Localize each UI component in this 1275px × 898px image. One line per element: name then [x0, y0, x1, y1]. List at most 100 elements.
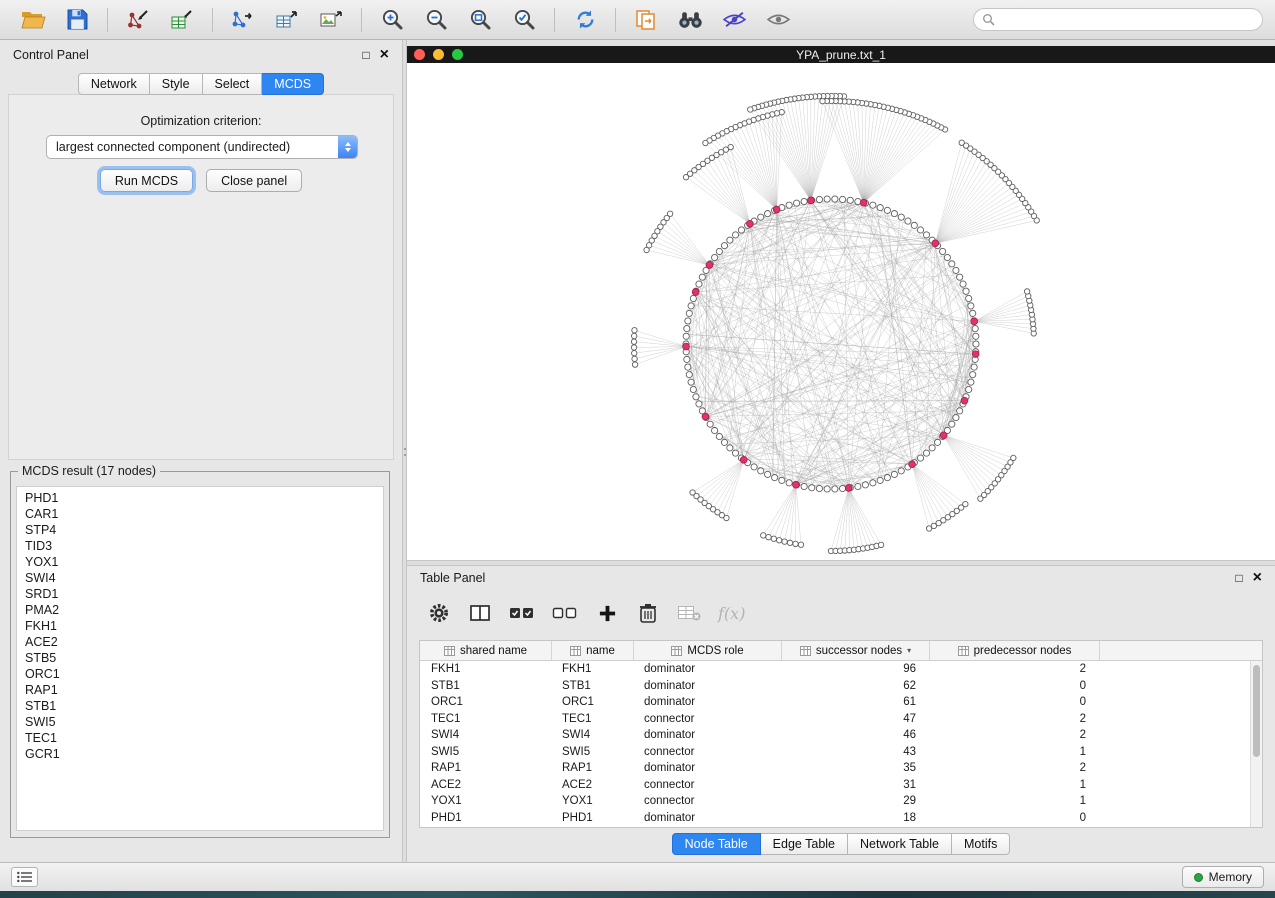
mcds-result-item[interactable]: YOX1 — [17, 554, 383, 570]
create-column-button[interactable] — [595, 599, 619, 627]
zoom-in-button[interactable] — [371, 3, 413, 37]
tab-mcds[interactable]: MCDS — [262, 73, 324, 95]
delete-column-button[interactable] — [636, 599, 660, 627]
mcds-result-list[interactable]: PHD1CAR1STP4TID3YOX1SWI4SRD1PMA2FKH1ACE2… — [16, 486, 384, 831]
export-table-button[interactable] — [266, 3, 308, 37]
column-header-shared-name[interactable]: shared name — [420, 641, 552, 660]
network-canvas[interactable] — [407, 63, 1275, 560]
tab-style[interactable]: Style — [150, 73, 203, 95]
mcds-result-item[interactable]: PMA2 — [17, 602, 383, 618]
select-all-columns-button[interactable] — [509, 599, 535, 627]
mcds-result-item[interactable]: RAP1 — [17, 682, 383, 698]
hide-selected-button[interactable] — [713, 3, 755, 37]
memory-button[interactable]: Memory — [1182, 866, 1264, 888]
window-maximize-icon[interactable] — [452, 49, 463, 60]
mcds-result-item[interactable]: SWI5 — [17, 714, 383, 730]
table-row[interactable]: ORC1ORC1dominator610 — [420, 694, 1262, 711]
column-header-predecessor-nodes[interactable]: predecessor nodes — [930, 641, 1100, 660]
search-field[interactable] — [973, 8, 1263, 31]
mcds-result-item[interactable]: STB1 — [17, 698, 383, 714]
float-panel-icon[interactable]: □ — [362, 49, 369, 61]
zoom-fit-button[interactable] — [459, 3, 501, 37]
table-cell: dominator — [634, 678, 782, 695]
mcds-result-item[interactable]: CAR1 — [17, 506, 383, 522]
table-row[interactable]: STB1STB1dominator620 — [420, 678, 1262, 695]
copy-style-button[interactable] — [625, 3, 667, 37]
function-builder-button[interactable]: f(x) — [718, 599, 745, 627]
tab-network[interactable]: Network — [78, 73, 150, 95]
close-panel-icon[interactable]: × — [380, 48, 389, 62]
unselect-all-columns-button[interactable] — [552, 599, 578, 627]
mcds-result-item[interactable]: TEC1 — [17, 730, 383, 746]
delete-table-icon — [677, 604, 701, 622]
run-mcds-button[interactable]: Run MCDS — [100, 169, 193, 192]
float-panel-icon[interactable]: □ — [1235, 572, 1242, 584]
apply-layout-button[interactable] — [564, 3, 606, 37]
mcds-result-item[interactable]: SRD1 — [17, 586, 383, 602]
table-settings-button[interactable] — [427, 599, 451, 627]
mcds-result-item[interactable]: STP4 — [17, 522, 383, 538]
mcds-result-item[interactable]: SWI4 — [17, 570, 383, 586]
table-cell: YOX1 — [552, 793, 634, 810]
table-cell: ORC1 — [420, 694, 552, 711]
table-header-row: shared name name MCDS role successor nod… — [420, 641, 1262, 661]
mcds-result-item[interactable]: PHD1 — [17, 490, 383, 506]
table-cell: 1 — [930, 744, 1100, 761]
close-panel-button[interactable]: Close panel — [206, 169, 302, 192]
mcds-result-item[interactable]: STB5 — [17, 650, 383, 666]
import-table-button[interactable] — [161, 3, 203, 37]
search-input[interactable] — [1000, 13, 1254, 27]
table-row[interactable]: YOX1YOX1connector291 — [420, 793, 1262, 810]
zoom-out-button[interactable] — [415, 3, 457, 37]
column-header-mcds-role[interactable]: MCDS role — [634, 641, 782, 660]
task-history-button[interactable] — [11, 867, 38, 887]
tab-node-table[interactable]: Node Table — [672, 833, 761, 855]
delete-table-button[interactable] — [677, 599, 701, 627]
table-scrollbar[interactable] — [1250, 661, 1262, 827]
tab-network-table[interactable]: Network Table — [848, 833, 952, 855]
table-row[interactable]: PHD1PHD1dominator180 — [420, 810, 1262, 827]
tab-motifs[interactable]: Motifs — [952, 833, 1010, 855]
tab-edge-table[interactable]: Edge Table — [761, 833, 848, 855]
show-columns-button[interactable] — [468, 599, 492, 627]
window-close-icon[interactable] — [414, 49, 425, 60]
optimization-criterion-select[interactable]: largest connected component (undirected) — [46, 135, 358, 159]
column-header-name[interactable]: name — [552, 641, 634, 660]
tab-select[interactable]: Select — [203, 73, 263, 95]
mcds-result-item[interactable]: ACE2 — [17, 634, 383, 650]
mcds-result-item[interactable]: ORC1 — [17, 666, 383, 682]
table-row[interactable]: RAP1RAP1dominator352 — [420, 760, 1262, 777]
zoom-selected-button[interactable] — [503, 3, 545, 37]
table-row[interactable]: FKH1FKH1dominator962 — [420, 661, 1262, 678]
close-panel-icon[interactable]: × — [1253, 571, 1262, 585]
find-button[interactable] — [669, 3, 711, 37]
open-session-button[interactable] — [12, 3, 54, 37]
network-window-titlebar[interactable]: YPA_prune.txt_1 — [407, 46, 1275, 63]
list-icon — [17, 871, 33, 883]
search-icon — [982, 13, 995, 26]
import-network-button[interactable] — [117, 3, 159, 37]
plus-icon — [598, 604, 617, 623]
mcds-result-item[interactable]: FKH1 — [17, 618, 383, 634]
table-row[interactable]: SWI4SWI4dominator462 — [420, 727, 1262, 744]
sort-descending-icon: ▾ — [907, 646, 911, 655]
table-cell: PHD1 — [552, 810, 634, 827]
export-image-button[interactable] — [310, 3, 352, 37]
mcds-result-item[interactable]: TID3 — [17, 538, 383, 554]
table-row[interactable]: SWI5SWI5connector431 — [420, 744, 1262, 761]
table-cell: ORC1 — [552, 694, 634, 711]
export-network-button[interactable] — [222, 3, 264, 37]
optimization-criterion-label: Optimization criterion: — [9, 114, 393, 128]
scrollbar-thumb[interactable] — [1253, 665, 1260, 757]
mcds-result-item[interactable]: GCR1 — [17, 746, 383, 762]
table-cell: FKH1 — [420, 661, 552, 678]
save-session-button[interactable] — [56, 3, 98, 37]
table-cell: 2 — [930, 727, 1100, 744]
table-row[interactable]: TEC1TEC1connector472 — [420, 711, 1262, 728]
zoom-selected-icon — [512, 8, 537, 32]
show-hidden-button[interactable] — [757, 3, 799, 37]
window-minimize-icon[interactable] — [433, 49, 444, 60]
table-row[interactable]: ACE2ACE2connector311 — [420, 777, 1262, 794]
table-cell: dominator — [634, 727, 782, 744]
column-header-successor-nodes[interactable]: successor nodes ▾ — [782, 641, 930, 660]
